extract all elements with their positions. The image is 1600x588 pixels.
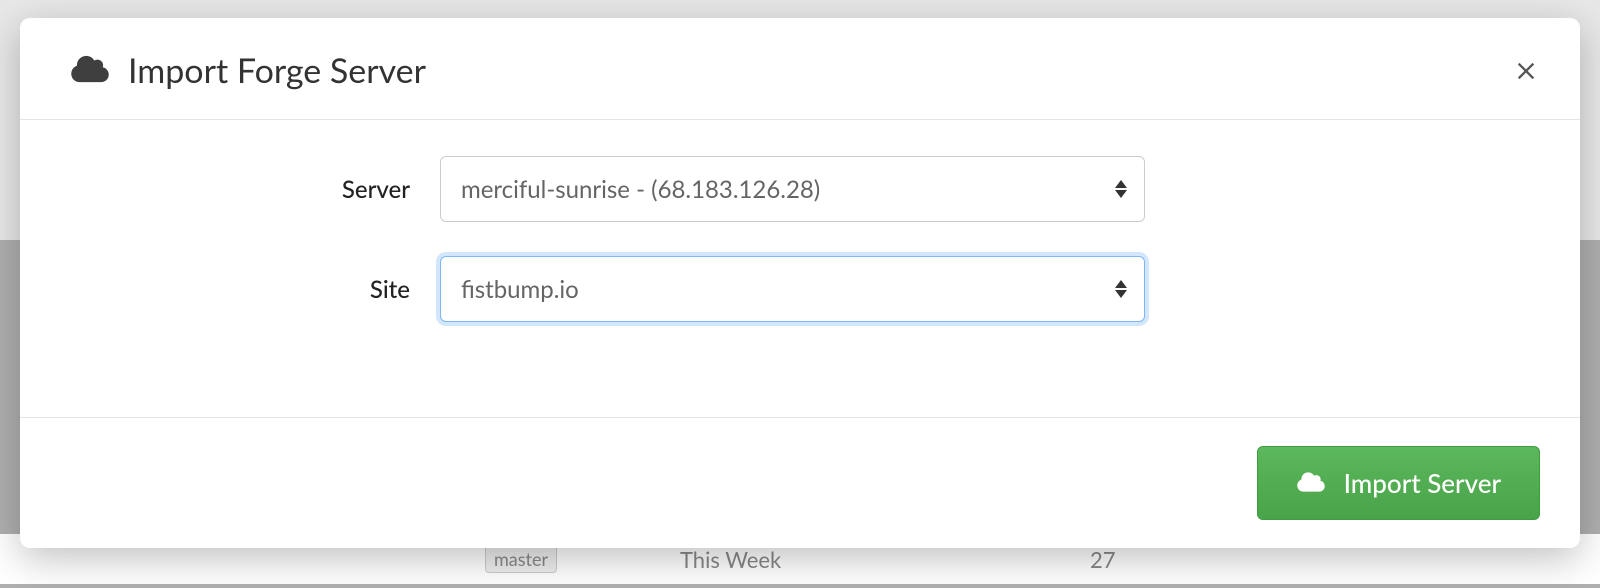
modal-body: Server merciful-sunrise - (68.183.126.28… (20, 120, 1580, 417)
site-select[interactable]: fistbump.io (440, 256, 1145, 322)
form-row-server: Server merciful-sunrise - (68.183.126.28… (70, 156, 1530, 222)
site-label: Site (70, 275, 440, 304)
modal-title-wrap: Import Forge Server (70, 50, 426, 91)
site-select-wrap: fistbump.io (440, 256, 1145, 322)
close-button[interactable] (1512, 57, 1540, 85)
server-select[interactable]: merciful-sunrise - (68.183.126.28) (440, 156, 1145, 222)
bg-week: This Week (680, 546, 781, 573)
cloud-icon (1296, 467, 1326, 499)
site-select-value: fistbump.io (461, 275, 579, 304)
modal-footer: Import Server (20, 417, 1580, 548)
modal-title: Import Forge Server (128, 50, 426, 91)
import-forge-server-modal: Import Forge Server Server merciful-sunr… (20, 18, 1580, 548)
server-label: Server (70, 175, 440, 204)
import-server-button[interactable]: Import Server (1257, 446, 1540, 520)
server-select-value: merciful-sunrise - (68.183.126.28) (461, 175, 820, 204)
bg-count: 27 (1090, 546, 1116, 573)
modal-header: Import Forge Server (20, 18, 1580, 120)
cloud-icon (70, 54, 110, 88)
bg-badge: master (485, 545, 557, 573)
server-select-wrap: merciful-sunrise - (68.183.126.28) (440, 156, 1145, 222)
import-button-label: Import Server (1344, 467, 1501, 499)
form-row-site: Site fistbump.io (70, 256, 1530, 322)
